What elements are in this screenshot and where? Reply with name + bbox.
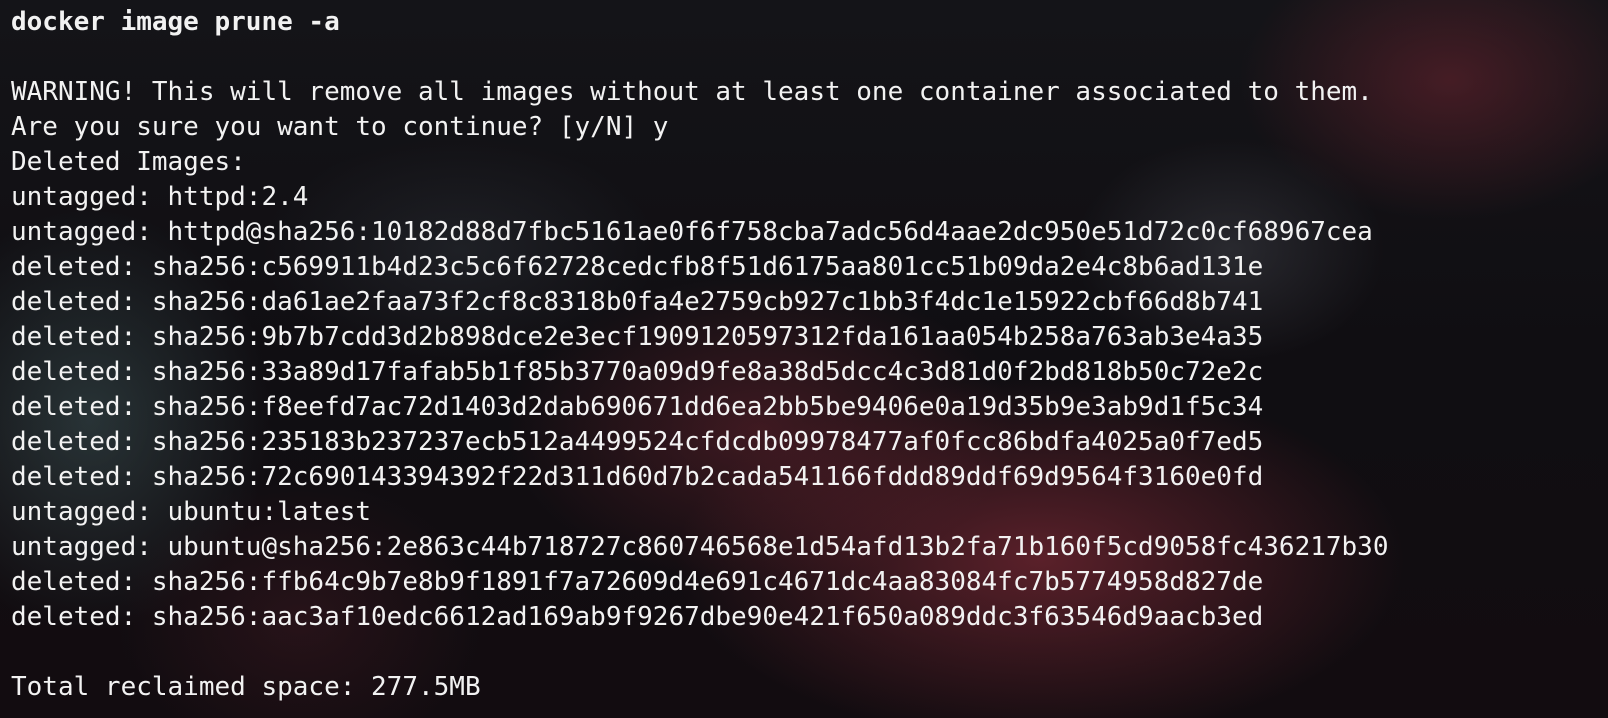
total-reclaimed-line: Total reclaimed space: 277.5MB (11, 672, 481, 702)
output-line: deleted: sha256:c569911b4d23c5c6f62728ce… (11, 252, 1264, 282)
output-line: deleted: sha256:33a89d17fafab5b1f85b3770… (11, 357, 1264, 387)
output-line: deleted: sha256:aac3af10edc6612ad169ab9f… (11, 602, 1264, 632)
terminal-output: docker image prune -a WARNING! This will … (11, 5, 1389, 705)
output-line: untagged: ubuntu:latest (11, 497, 372, 527)
terminal-window[interactable]: docker image prune -a WARNING! This will … (0, 0, 1608, 718)
output-line: deleted: sha256:72c690143394392f22d311d6… (11, 462, 1264, 492)
output-line: deleted: sha256:9b7b7cdd3d2b898dce2e3ecf… (11, 322, 1264, 352)
deleted-images-heading: Deleted Images: (11, 147, 246, 177)
output-line: untagged: ubuntu@sha256:2e863c44b718727c… (11, 532, 1389, 562)
output-line: deleted: sha256:235183b237237ecb512a4499… (11, 427, 1264, 457)
output-line: deleted: sha256:f8eefd7ac72d1403d2dab690… (11, 392, 1264, 422)
command-line: docker image prune -a (11, 7, 340, 37)
output-line: untagged: httpd:2.4 (11, 182, 309, 212)
confirm-prompt-line: Are you sure you want to continue? [y/N]… (11, 112, 669, 142)
warning-line: WARNING! This will remove all images wit… (11, 77, 1373, 107)
output-line: deleted: sha256:da61ae2faa73f2cf8c8318b0… (11, 287, 1264, 317)
output-line: untagged: httpd@sha256:10182d88d7fbc5161… (11, 217, 1373, 247)
output-line: deleted: sha256:ffb64c9b7e8b9f1891f7a726… (11, 567, 1264, 597)
